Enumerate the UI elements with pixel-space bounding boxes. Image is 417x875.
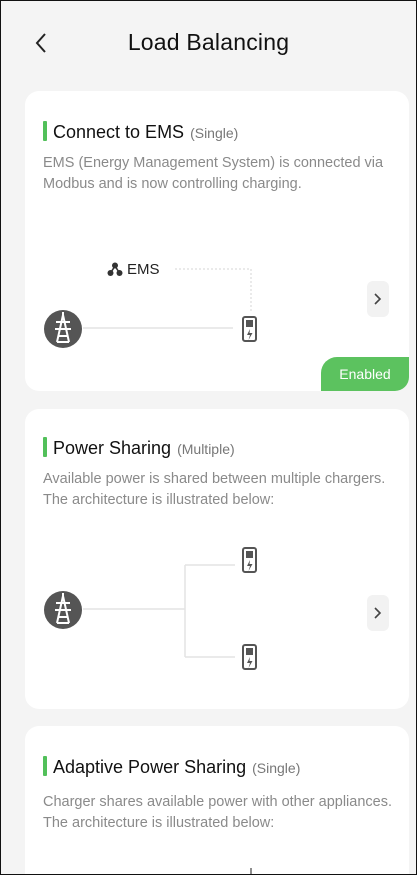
charger-icon — [242, 547, 257, 573]
chevron-button[interactable] — [367, 281, 389, 317]
charger-icon — [242, 644, 257, 670]
card-connect-to-ems[interactable]: Connect to EMS (Single) EMS (Energy Manag… — [25, 91, 409, 391]
page-title: Load Balancing — [127, 29, 290, 55]
header: Load Balancing — [1, 1, 416, 85]
app-screen: Load Balancing Connect to EMS (Single) EM… — [0, 0, 417, 875]
chevron-right-icon — [374, 607, 382, 619]
card-power-sharing[interactable]: Power Sharing (Multiple) Available power … — [25, 409, 409, 709]
status-badge: Enabled — [321, 357, 409, 391]
adaptive-diagram — [250, 868, 252, 874]
charger-icon — [242, 316, 257, 342]
chevron-button[interactable] — [367, 595, 389, 631]
power-tower-icon — [44, 310, 82, 348]
power-sharing-diagram — [44, 547, 257, 670]
power-tower-icon — [44, 591, 82, 629]
ems-diagram — [44, 262, 257, 348]
card-adaptive-power-sharing[interactable]: Adaptive Power Sharing (Single) Charger s… — [25, 726, 409, 874]
chevron-right-icon — [374, 293, 382, 305]
ems-label: EMS — [127, 261, 160, 278]
network-icon — [107, 262, 123, 276]
